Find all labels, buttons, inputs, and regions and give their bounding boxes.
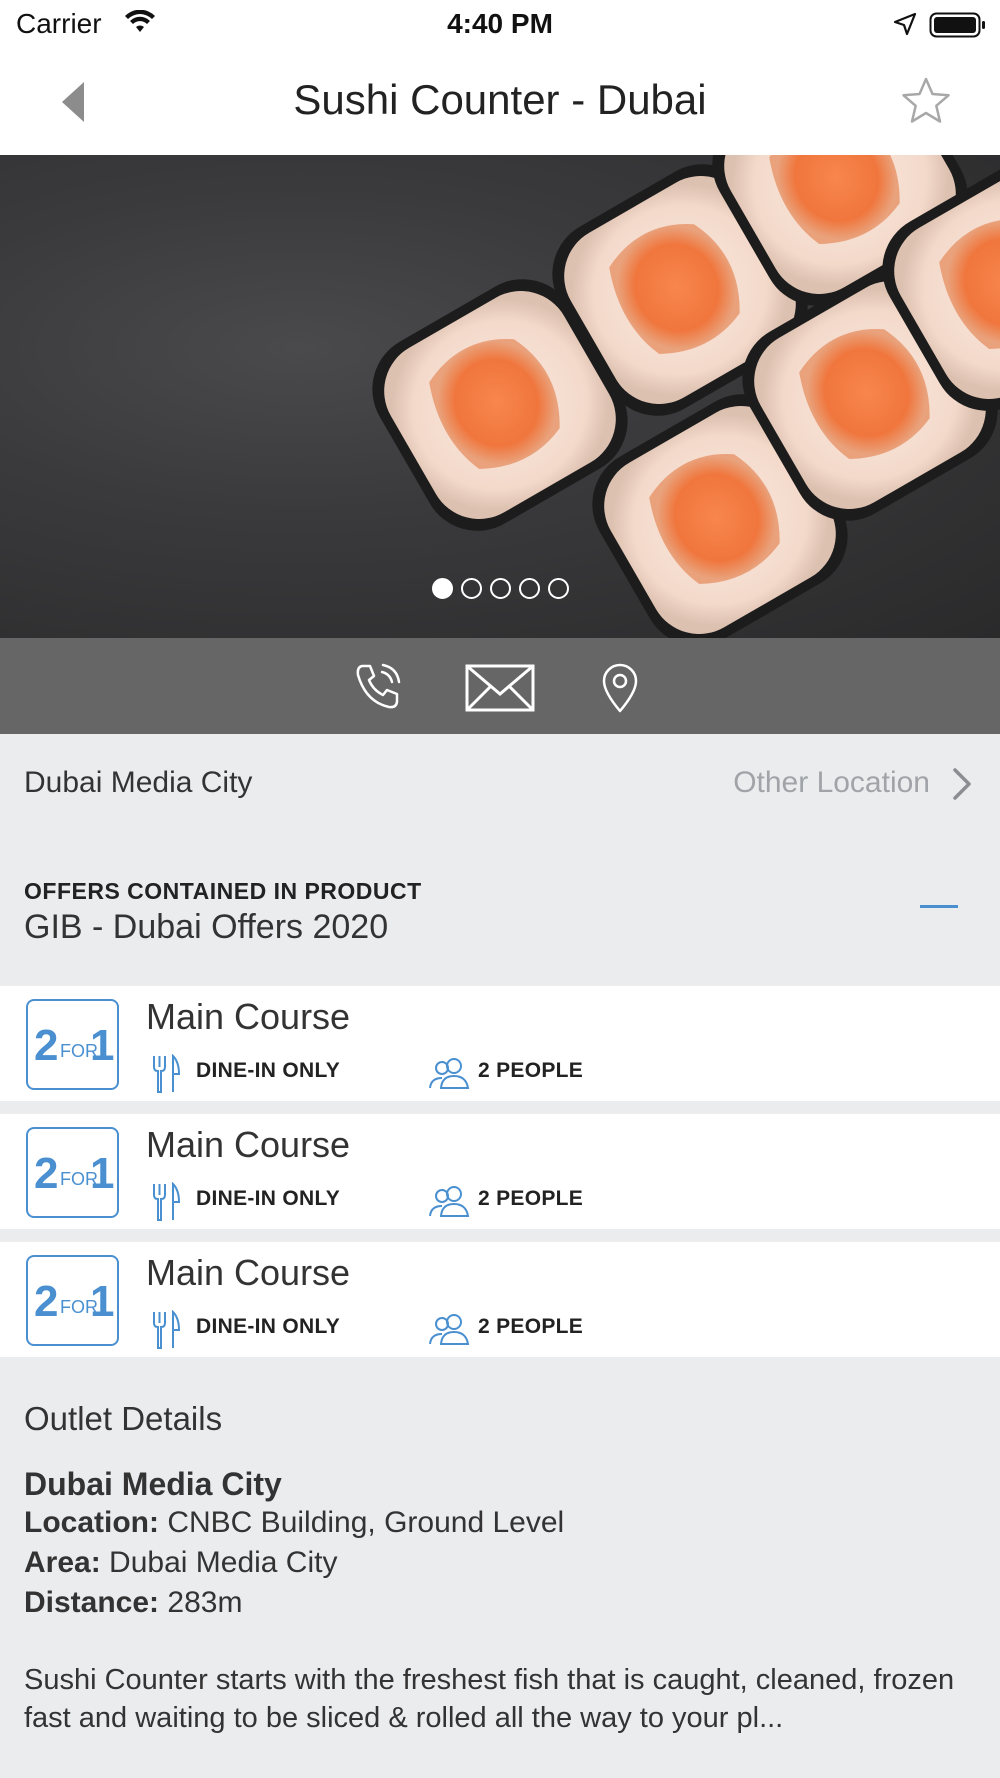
navigation-bar: Sushi Counter - Dubai [0, 52, 1000, 155]
offers-section-label: OFFERS CONTAINED IN PRODUCT [24, 878, 422, 904]
fork-knife-icon [151, 1181, 181, 1227]
two-for-one-badge: 2 FOR 1 [26, 1255, 119, 1346]
page-dot[interactable] [460, 578, 482, 599]
outlet-description: Sushi Counter starts with the freshest f… [24, 1664, 955, 1734]
distance-value: 283m [167, 1586, 243, 1619]
distance-label: Distance: [24, 1586, 160, 1619]
location-selector[interactable]: Dubai Media City Other Location [0, 734, 1000, 834]
page-dot[interactable] [431, 578, 453, 599]
location-value: CNBC Building, Ground Level [167, 1506, 565, 1539]
badge-two: 2 [34, 1277, 59, 1326]
fork-knife-icon [151, 1053, 181, 1099]
star-icon[interactable] [900, 76, 952, 131]
two-for-one-badge: 2 FOR 1 [26, 999, 119, 1090]
location-arrow-icon [893, 12, 917, 41]
offer-title: Main Course [146, 996, 351, 1037]
outlet-distance-line: Distance: 283m [24, 1583, 984, 1623]
product-name: GIB - Dubai Offers 2020 [24, 908, 389, 946]
page-dot[interactable] [489, 578, 511, 599]
offer-row[interactable]: 2 FOR 1 Main Course DINE-IN ONLY 2 PEOPL… [0, 986, 1000, 1101]
people-count: 2 PEOPLE [478, 1059, 584, 1082]
fork-knife-icon [151, 1309, 181, 1355]
offer-row[interactable]: 2 FOR 1 Main Course DINE-IN ONLY 2 PEOPL… [0, 1242, 1000, 1357]
area-label: Area: [24, 1546, 101, 1579]
outlet-area-line: Area: Dubai Media City [24, 1543, 984, 1583]
status-bar: Carrier 4:40 PM [0, 0, 1000, 52]
photo-carousel[interactable] [0, 155, 1000, 638]
phone-icon[interactable] [352, 660, 404, 717]
area-value: Dubai Media City [109, 1546, 338, 1579]
people-icon [428, 1056, 470, 1095]
map-pin-icon[interactable] [598, 662, 642, 719]
restriction-label: DINE-IN ONLY [196, 1187, 341, 1210]
sushi-photo [372, 155, 1000, 638]
page-indicator[interactable] [0, 578, 1000, 602]
chevron-right-icon[interactable] [950, 766, 974, 807]
page-dot[interactable] [518, 578, 540, 599]
restriction-label: DINE-IN ONLY [196, 1059, 341, 1082]
offer-title: Main Course [146, 1252, 351, 1293]
two-for-one-badge: 2 FOR 1 [26, 1127, 119, 1218]
badge-two: 2 [34, 1149, 59, 1198]
people-icon [428, 1312, 470, 1351]
clock: 4:40 PM [447, 8, 553, 39]
outlet-branch-name: Dubai Media City [24, 1466, 282, 1502]
page-title: Sushi Counter - Dubai [293, 76, 707, 123]
battery-icon [929, 10, 987, 45]
badge-one: 1 [90, 1021, 115, 1070]
badge-one: 1 [90, 1149, 115, 1198]
people-count: 2 PEOPLE [478, 1187, 584, 1210]
offers-section-header[interactable]: OFFERS CONTAINED IN PRODUCT GIB - Dubai … [0, 870, 1000, 980]
outlet-details-heading: Outlet Details [24, 1400, 223, 1437]
badge-two: 2 [34, 1021, 59, 1070]
page-dot[interactable] [547, 578, 569, 599]
people-icon [428, 1184, 470, 1223]
location-label: Location: [24, 1506, 159, 1539]
outlet-location-line: Location: CNBC Building, Ground Level [24, 1503, 984, 1543]
offer-row[interactable]: 2 FOR 1 Main Course DINE-IN ONLY 2 PEOPL… [0, 1114, 1000, 1229]
outlet-details: Outlet Details Dubai Media City Location… [24, 1400, 984, 1737]
contact-bar [0, 638, 1000, 734]
collapse-icon[interactable] [920, 905, 958, 908]
people-count: 2 PEOPLE [478, 1315, 584, 1338]
other-location-link[interactable]: Other Location [733, 766, 930, 800]
current-location: Dubai Media City [24, 766, 253, 799]
offer-title: Main Course [146, 1124, 351, 1165]
restriction-label: DINE-IN ONLY [196, 1315, 341, 1338]
mail-icon[interactable] [465, 664, 535, 717]
badge-one: 1 [90, 1277, 115, 1326]
